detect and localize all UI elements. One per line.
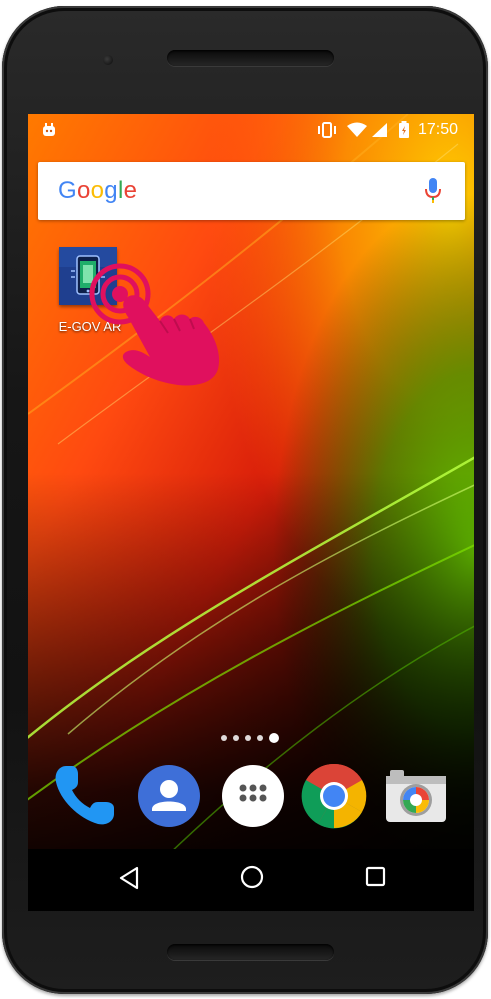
battery-charging-icon — [398, 114, 410, 146]
status-bar: 17:50 — [28, 114, 474, 146]
page-dot — [221, 735, 227, 741]
contacts-icon[interactable] — [138, 765, 200, 832]
phone-icon[interactable] — [52, 762, 118, 833]
camera-icon[interactable] — [384, 768, 448, 829]
page-dot — [233, 735, 239, 741]
status-time: 17:50 — [418, 121, 459, 138]
back-icon[interactable] — [117, 865, 141, 896]
google-logo-letter: G — [58, 177, 77, 204]
cell-signal-icon — [371, 114, 388, 146]
navigation-bar — [28, 849, 474, 911]
google-logo-letter: g — [104, 177, 118, 204]
mic-icon[interactable] — [425, 178, 441, 209]
google-logo-letter: o — [90, 177, 105, 204]
google-logo: Google — [58, 162, 137, 220]
home-icon[interactable] — [239, 864, 265, 895]
page-dot — [245, 735, 251, 741]
google-logo-letter: o — [76, 177, 91, 204]
phone-frame: 17:50 Google E-GOV AR — [2, 6, 488, 994]
page-dot — [257, 735, 263, 741]
chrome-icon[interactable] — [301, 763, 367, 834]
top-speaker — [167, 50, 334, 66]
page-dot-active — [269, 733, 279, 743]
wifi-icon — [346, 114, 368, 146]
recents-icon[interactable] — [365, 866, 387, 893]
front-camera — [103, 55, 113, 65]
bottom-speaker — [167, 944, 334, 960]
vibrate-icon — [317, 114, 337, 146]
google-search-bar[interactable]: Google — [38, 162, 465, 220]
android-notification-icon — [42, 114, 56, 146]
screen: 17:50 Google E-GOV AR — [28, 114, 474, 911]
page-indicator — [221, 733, 279, 743]
google-logo-letter: e — [123, 177, 138, 204]
hand-pointer-icon — [88, 259, 228, 394]
app-drawer-icon[interactable] — [222, 765, 284, 832]
